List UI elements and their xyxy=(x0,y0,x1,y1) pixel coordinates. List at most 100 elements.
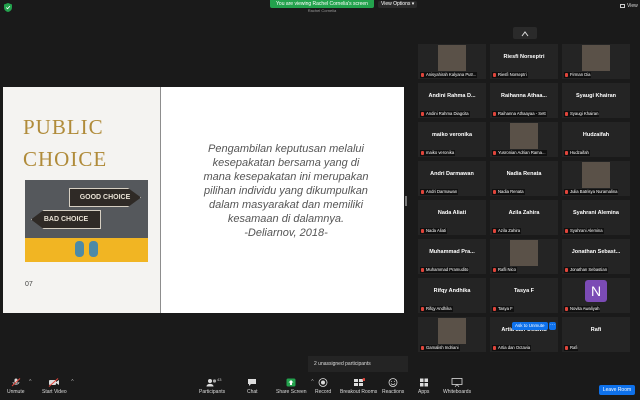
participant-tile[interactable]: Syahrani Alemina Syahrani Alemina xyxy=(562,200,630,235)
participant-name-label: Andri Darmawan xyxy=(420,189,459,195)
participant-display-name: Syaugi Khairan xyxy=(575,93,617,99)
participant-tile[interactable]: Rafli Nico xyxy=(490,239,558,274)
participant-tile[interactable]: Anisyahirah Kalyana Putr... xyxy=(418,44,486,79)
good-choice-sign: GOOD CHOICE xyxy=(69,188,141,207)
participant-video-thumbnail xyxy=(582,162,610,188)
record-button[interactable]: Record xyxy=(315,378,331,395)
participant-tile[interactable]: Hudzaifah Hudzaifah xyxy=(562,122,630,157)
start-video-button[interactable]: Start Video ^ xyxy=(42,378,74,395)
record-icon xyxy=(318,378,328,387)
participants-button[interactable]: Participants 43 xyxy=(199,377,226,395)
bad-choice-sign: BAD CHOICE xyxy=(31,210,101,229)
participant-tile[interactable]: Nadia Renata Nadia Renata xyxy=(490,161,558,196)
security-shield-icon[interactable] xyxy=(4,3,12,12)
leave-room-button[interactable]: Leave Room xyxy=(599,385,635,395)
breakout-rooms-icon xyxy=(353,378,365,386)
participant-display-name: Hudzaifah xyxy=(582,132,610,138)
participant-tile[interactable]: Muhammad Pra... Muhammad Pramudito xyxy=(418,239,486,274)
participant-tile[interactable]: Yusronian Adrian Rama... xyxy=(490,122,558,157)
reactions-icon xyxy=(388,378,398,387)
participant-tile[interactable]: Gamalish Indriani xyxy=(418,317,486,352)
participant-tile[interactable]: Riesfi Norseptri Riesfi Norseptri xyxy=(490,44,558,79)
chat-label: Chat xyxy=(247,389,258,395)
participant-display-name: Nada Aliati xyxy=(437,210,467,216)
participant-tile[interactable]: Andini Rahma D... Andini Rahma Diagcita xyxy=(418,83,486,118)
video-options-caret[interactable]: ^ xyxy=(71,379,73,385)
view-options-button[interactable]: View Options ▾ xyxy=(378,1,418,8)
reactions-label: Reactions xyxy=(382,389,405,395)
unassigned-participants-notice[interactable]: 2 unassigned participants xyxy=(308,356,408,372)
breakout-rooms-button[interactable]: Breakout Rooms xyxy=(340,378,377,395)
apps-icon xyxy=(419,378,428,387)
left-shoe xyxy=(75,241,84,257)
participant-name-label: Novita Awaliyah xyxy=(564,306,601,312)
participant-tile[interactable]: N Novita Awaliyah xyxy=(562,278,630,313)
participant-avatar: N xyxy=(585,280,607,302)
shared-screen-slide: PUBLIC CHOICE GOOD CHOICE BAD CHOICE 07 … xyxy=(3,87,404,313)
participant-name-label: Rafi xyxy=(564,345,579,351)
participant-video-thumbnail xyxy=(510,240,538,266)
share-screen-button[interactable]: Share Screen ^ xyxy=(276,378,314,395)
participant-tile[interactable]: Tasya F Tasya F xyxy=(490,278,558,313)
muted-mic-icon xyxy=(11,378,21,387)
participant-name-label: Andini Rahma Diagcita xyxy=(420,111,470,117)
participants-label: Participants xyxy=(199,389,226,395)
choice-signs-image: GOOD CHOICE BAD CHOICE xyxy=(25,180,148,262)
start-video-label: Start Video xyxy=(42,389,67,395)
whiteboards-button[interactable]: Whiteboards xyxy=(443,378,471,395)
participant-name-label: Gamalish Indriani xyxy=(420,345,460,351)
participant-display-name: Andini Rahma D... xyxy=(428,93,476,99)
gallery-scroll-up-button[interactable] xyxy=(513,27,537,39)
participant-name-label: Azila Zahira xyxy=(492,228,522,234)
participant-video-thumbnail xyxy=(510,123,538,149)
apps-button[interactable]: Apps xyxy=(418,378,429,395)
participant-tile[interactable]: Rifqy Andhika Rifqy Andhika xyxy=(418,278,486,313)
breakout-rooms-label: Breakout Rooms xyxy=(340,389,378,395)
participant-tile[interactable]: Firman Dia xyxy=(562,44,630,79)
reactions-button[interactable]: Reactions xyxy=(382,378,404,395)
participant-name-label: Anisyahirah Kalyana Putr... xyxy=(420,72,478,78)
slide-title: PUBLIC CHOICE xyxy=(23,115,108,171)
top-bar: You are viewing Rachel Cornelia's screen… xyxy=(0,0,640,14)
participant-name-label: Artia dan Octavia xyxy=(492,345,532,351)
participants-count: 43 xyxy=(217,377,222,382)
participant-name-label: Raihanna Athaayaa - Sett xyxy=(492,111,547,117)
share-options-caret[interactable]: ^ xyxy=(311,379,313,385)
view-grid-icon xyxy=(620,4,625,8)
participant-name-label: Syaugi Khairan xyxy=(564,111,600,117)
share-screen-label: Share Screen xyxy=(276,389,307,395)
participant-tile[interactable]: Nada Aliati Nada Aliati xyxy=(418,200,486,235)
participant-more-button[interactable]: ··· xyxy=(549,322,556,330)
participant-tile[interactable]: Azila Zahira Azila Zahira xyxy=(490,200,558,235)
whiteboards-label: Whiteboards xyxy=(443,389,472,395)
participant-name-label: Tasya F xyxy=(492,306,514,312)
participant-display-name: maiko veronika xyxy=(431,132,473,138)
participant-tile[interactable]: Jonathan Sebast... Jonathan Sebastian xyxy=(562,239,630,274)
participant-tile[interactable]: Andri Darmawan Andri Darmawan xyxy=(418,161,486,196)
chat-button[interactable]: Chat xyxy=(247,378,258,395)
participant-tile[interactable]: Rafi Rafi xyxy=(562,317,630,352)
participant-display-name: Nadia Renata xyxy=(506,171,542,177)
participant-tile[interactable]: maiko veronika maiko veronika xyxy=(418,122,486,157)
right-shoe xyxy=(89,241,98,257)
participant-tile[interactable]: Raihanna Athaa... Raihanna Athaayaa - Set… xyxy=(490,83,558,118)
split-view-handle[interactable] xyxy=(405,196,407,206)
participant-display-name: Jonathan Sebast... xyxy=(571,249,621,255)
share-screen-icon xyxy=(286,378,296,387)
view-button[interactable]: View xyxy=(620,3,638,9)
slide-left-panel: PUBLIC CHOICE GOOD CHOICE BAD CHOICE 07 xyxy=(3,87,161,313)
participant-name-label: Firman Dia xyxy=(564,72,592,78)
participant-video-thumbnail xyxy=(438,318,466,344)
participant-display-name: Rifqy Andhika xyxy=(433,288,471,294)
image-floor xyxy=(25,238,148,262)
participant-name-label: maiko veronika xyxy=(420,150,456,156)
participant-display-name: Riesfi Norseptri xyxy=(503,54,545,60)
participant-name-label: Jonathan Sebastian xyxy=(564,267,609,273)
ask-to-unmute-button[interactable]: Ask to Unmute xyxy=(512,322,548,330)
unmute-options-caret[interactable]: ^ xyxy=(29,379,31,385)
unmute-button[interactable]: Unmute ^ xyxy=(7,378,32,395)
participant-tile[interactable]: Julia Batrisya Nuramalina xyxy=(562,161,630,196)
slide-page-number: 07 xyxy=(25,281,33,288)
participant-tile[interactable]: Syaugi Khairan Syaugi Khairan xyxy=(562,83,630,118)
meeting-toolbar: Unmute ^ Start Video ^ Participants 43 C… xyxy=(0,376,640,400)
